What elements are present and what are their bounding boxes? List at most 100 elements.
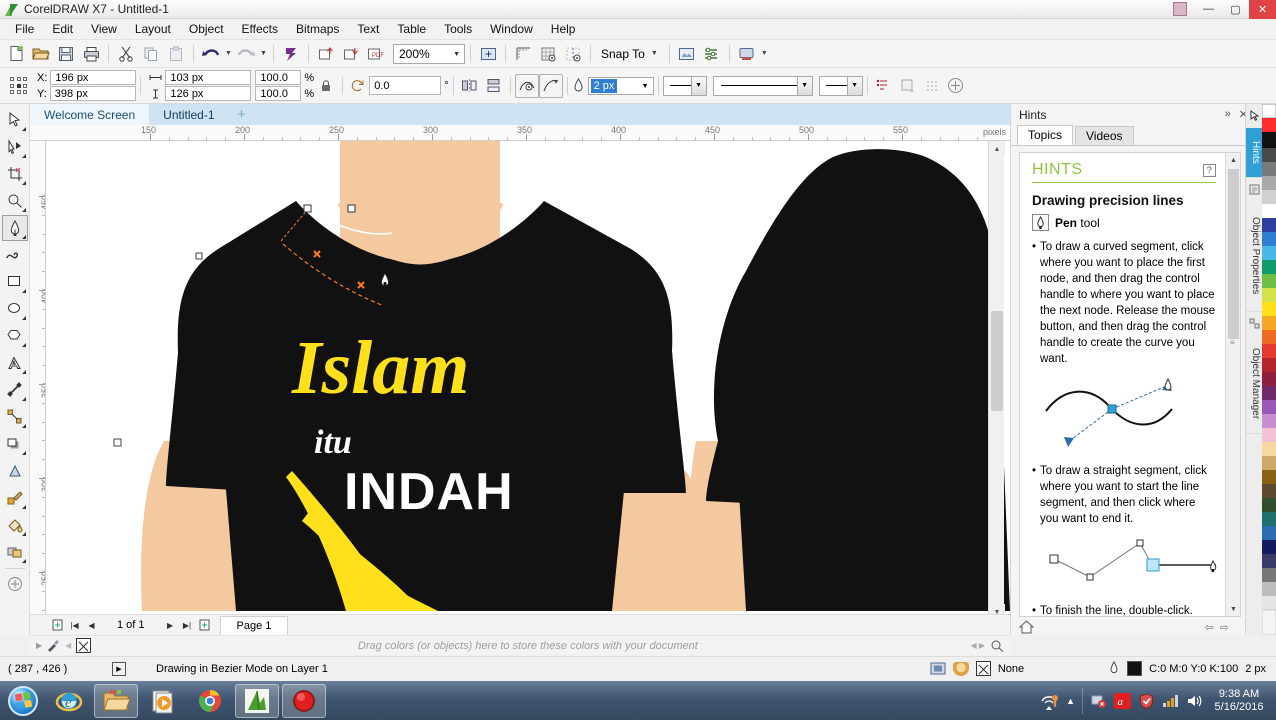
x-position-field[interactable]: 196 px	[50, 70, 136, 85]
convert-outline-icon[interactable]	[896, 74, 920, 98]
height-field[interactable]: 126 px	[165, 86, 251, 101]
hints-scrollbar[interactable]: ▲ ≡ ▼	[1225, 153, 1240, 616]
menu-layout[interactable]: Layout	[126, 20, 180, 38]
taskbar-screen-recorder-icon[interactable]	[282, 684, 326, 718]
object-anchor-selector[interactable]	[9, 76, 28, 95]
palette-zoom-icon[interactable]	[990, 639, 1004, 652]
document-options-icon[interactable]	[675, 42, 699, 66]
y-position-field[interactable]: 398 px	[50, 86, 136, 101]
chevron-down-icon[interactable]: ▼	[642, 83, 649, 90]
flyout-arrow-icon[interactable]	[22, 208, 26, 212]
undo-dropdown-icon[interactable]: ▼	[224, 50, 233, 57]
fill-color-icon[interactable]	[953, 662, 969, 676]
docker-collapse-icon[interactable]: »	[1225, 108, 1231, 121]
redo-icon[interactable]	[234, 42, 258, 66]
width-field[interactable]: 103 px	[165, 70, 251, 85]
full-screen-preview-icon[interactable]	[476, 42, 500, 66]
redo-dropdown-icon[interactable]: ▼	[259, 50, 268, 57]
fill-none-swatch[interactable]	[976, 661, 991, 676]
previous-page-button[interactable]: ◀	[84, 618, 99, 633]
copy-icon[interactable]	[139, 42, 163, 66]
taskbar-coreldraw-icon[interactable]	[235, 684, 279, 718]
add-page-before-icon[interactable]	[50, 618, 65, 633]
pick-tool[interactable]	[2, 107, 28, 133]
hints-home-icon[interactable]	[1019, 620, 1034, 634]
end-arrowhead-combo[interactable]: ▼	[819, 76, 863, 96]
line-style-combo[interactable]: ▼	[713, 76, 813, 96]
scroll-up-icon[interactable]: ▲	[989, 141, 1005, 157]
taskbar-clock[interactable]: 9:38 AM 5/16/2016	[1210, 688, 1268, 714]
flyout-arrow-icon[interactable]	[22, 451, 26, 455]
hints-scroll-down-icon[interactable]: ▼	[1226, 602, 1241, 616]
flyout-arrow-icon[interactable]	[22, 316, 26, 320]
first-page-button[interactable]: |◀	[67, 618, 82, 633]
menu-text[interactable]: Text	[348, 20, 388, 38]
menu-tools[interactable]: Tools	[435, 20, 481, 38]
scale-x-field[interactable]: 100.0	[255, 70, 301, 85]
hints-scroll-thumb[interactable]	[1228, 169, 1239, 339]
quick-customize-toolbox-icon[interactable]	[2, 571, 28, 597]
flyout-arrow-icon[interactable]	[22, 343, 26, 347]
menu-file[interactable]: File	[6, 20, 43, 38]
zoom-level-combo[interactable]: 200% ▼	[393, 44, 465, 64]
hints-back-icon[interactable]: ⇦	[1205, 621, 1214, 634]
screen-color-icon[interactable]	[930, 662, 946, 676]
canvas-vertical-scrollbar[interactable]: ▲ ▼	[988, 141, 1004, 620]
shape-tool[interactable]	[2, 134, 28, 160]
menu-table[interactable]: Table	[388, 20, 435, 38]
tray-network-error-icon[interactable]	[1090, 693, 1107, 708]
object-properties-icon[interactable]	[1246, 178, 1262, 200]
freehand-smoothing-icon[interactable]	[539, 74, 563, 98]
next-page-button[interactable]: ▶	[163, 618, 178, 633]
start-arrowhead-combo[interactable]: ▼	[663, 76, 707, 96]
corel-connect-icon[interactable]	[279, 42, 303, 66]
vertical-ruler[interactable]: 450400350300250	[30, 141, 46, 620]
menu-bitmaps[interactable]: Bitmaps	[287, 20, 348, 38]
page-tab-page1[interactable]: Page 1	[220, 616, 289, 635]
outline-pen-status-icon[interactable]	[1108, 661, 1120, 676]
open-document-icon[interactable]	[29, 42, 53, 66]
snap-to-dropdown[interactable]: Snap To ▼	[596, 47, 664, 61]
flyout-arrow-icon[interactable]	[22, 505, 26, 509]
new-tab-button[interactable]: +	[229, 104, 255, 125]
menu-window[interactable]: Window	[481, 20, 542, 38]
palette-eyedropper-icon[interactable]	[47, 639, 60, 652]
color-palette[interactable]	[1262, 104, 1276, 635]
flyout-arrow-icon[interactable]	[22, 532, 26, 536]
freehand-tool[interactable]	[2, 242, 28, 268]
rotation-field[interactable]: 0.0	[369, 76, 441, 95]
flyout-arrow-icon[interactable]	[22, 424, 26, 428]
hints-forward-icon[interactable]: ⇨	[1220, 621, 1229, 634]
flyout-arrow-icon[interactable]	[22, 235, 26, 239]
docker-tab-object-properties[interactable]: Object Properties	[1246, 200, 1263, 312]
flyout-arrow-icon[interactable]	[22, 127, 26, 131]
ellipse-tool[interactable]	[2, 296, 28, 322]
undo-icon[interactable]	[199, 42, 223, 66]
object-manager-icon[interactable]	[1246, 312, 1262, 334]
docker-tab-hints[interactable]: Hints	[1246, 128, 1263, 178]
mirror-horizontal-icon[interactable]	[458, 74, 482, 98]
object-styles-icon[interactable]	[700, 42, 724, 66]
quick-customize-icon[interactable]	[944, 74, 968, 98]
pen-tool[interactable]	[2, 215, 28, 241]
save-document-icon[interactable]	[54, 42, 78, 66]
launcher-dropdown-icon[interactable]: ▼	[760, 50, 769, 57]
taskbar-google-chrome-icon[interactable]	[188, 684, 232, 718]
scale-y-field[interactable]: 100.0	[255, 86, 301, 101]
text-tool[interactable]	[2, 350, 28, 376]
flyout-arrow-icon[interactable]	[22, 559, 26, 563]
pixels-preview-icon[interactable]	[920, 74, 944, 98]
lock-ratio-icon[interactable]	[314, 74, 338, 98]
help-icon[interactable]: ?	[1203, 164, 1216, 177]
transparency-tool[interactable]	[2, 458, 28, 484]
show-rulers-icon[interactable]	[511, 42, 535, 66]
show-grid-icon[interactable]	[536, 42, 560, 66]
menu-edit[interactable]: Edit	[43, 20, 82, 38]
taskbar-internet-explorer-icon[interactable]: e	[47, 684, 91, 718]
color-eyedropper-tool[interactable]	[2, 485, 28, 511]
new-document-icon[interactable]	[4, 42, 28, 66]
connector-tool[interactable]	[2, 404, 28, 430]
docker-tab-object-manager[interactable]: Object Manager	[1246, 334, 1263, 434]
application-launcher-icon[interactable]	[735, 42, 759, 66]
tab-welcome-screen[interactable]: Welcome Screen	[30, 104, 149, 125]
